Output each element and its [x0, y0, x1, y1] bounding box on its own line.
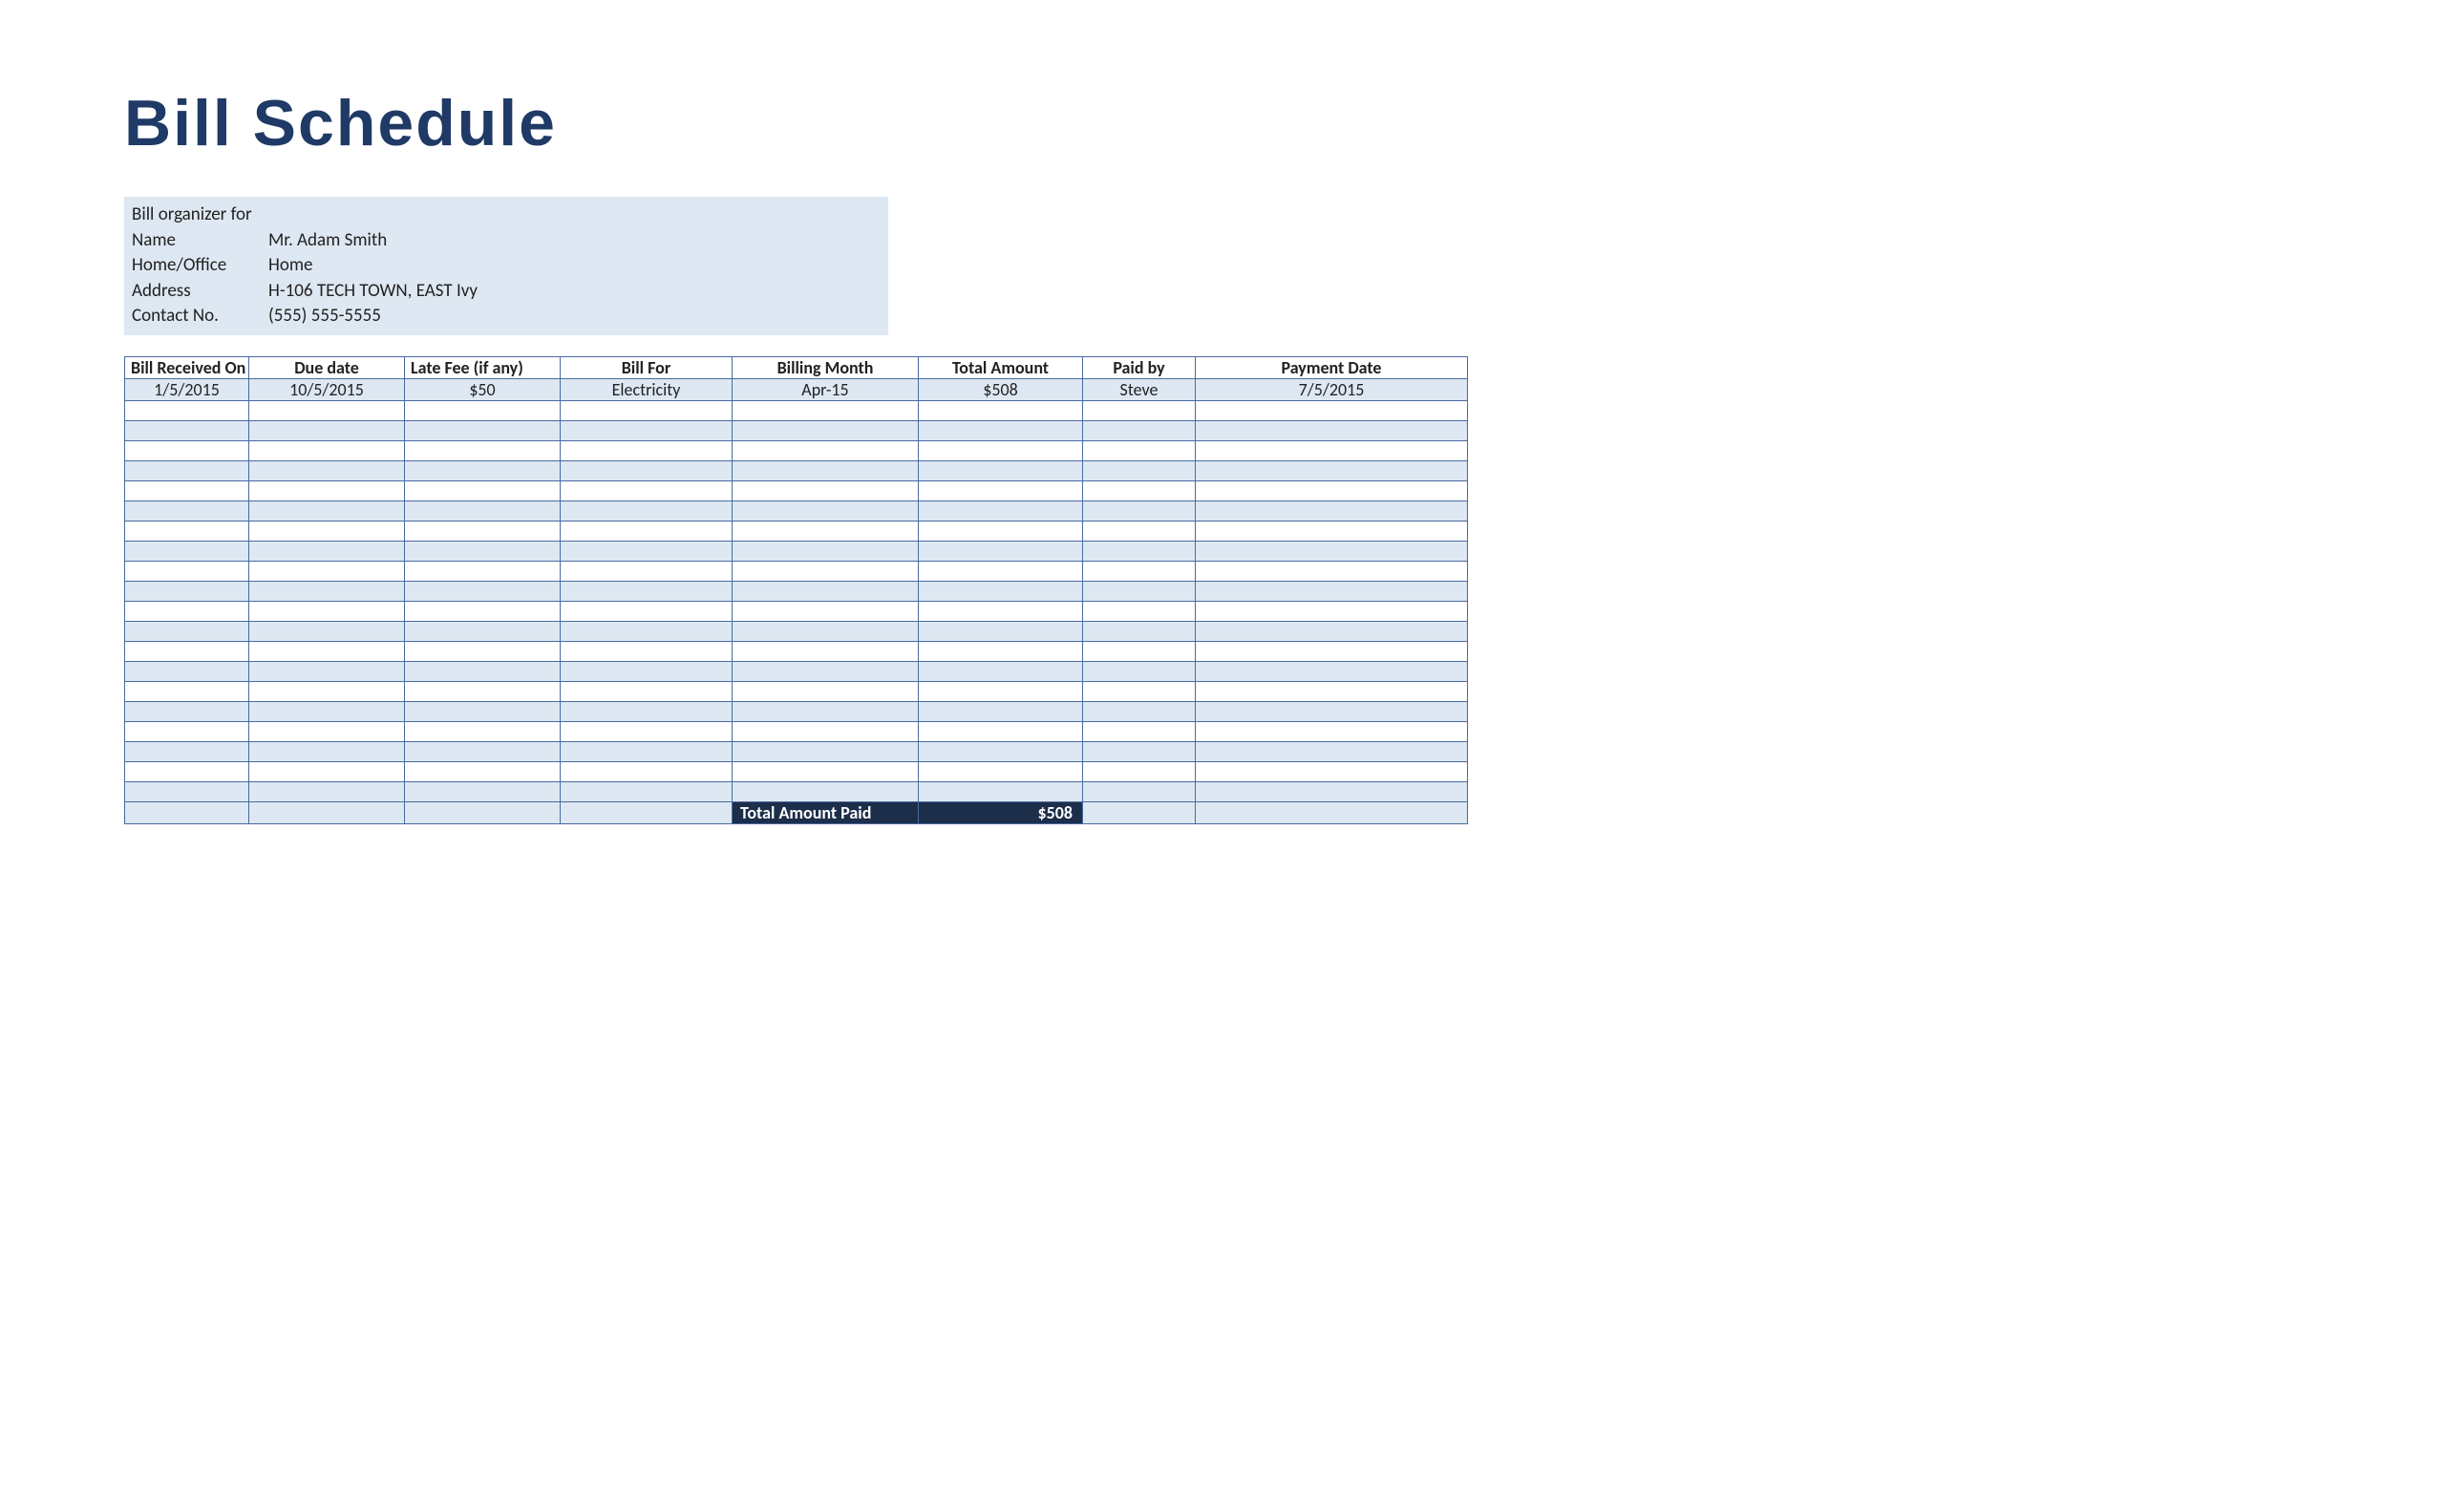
th-month: Billing Month — [733, 356, 919, 378]
th-paydate: Payment Date — [1196, 356, 1468, 378]
info-box: Bill organizer for Name Mr. Adam Smith H… — [124, 197, 888, 335]
table-row — [125, 480, 1468, 500]
cell-due[interactable]: 10/5/2015 — [249, 378, 405, 400]
table-row — [125, 601, 1468, 621]
table-row — [125, 500, 1468, 521]
th-amount: Total Amount — [919, 356, 1083, 378]
th-received: Bill Received On — [125, 356, 249, 378]
info-name-label: Name — [130, 228, 268, 254]
table-row — [125, 561, 1468, 581]
table-header-row: Bill Received On Due date Late Fee (if a… — [125, 356, 1468, 378]
table-body: 1/5/2015 10/5/2015 $50 Electricity Apr-1… — [125, 378, 1468, 823]
table-row — [125, 721, 1468, 741]
cell-amount[interactable]: $508 — [919, 378, 1083, 400]
table-row — [125, 621, 1468, 641]
table-row — [125, 741, 1468, 761]
table-row — [125, 581, 1468, 601]
table-row: 1/5/2015 10/5/2015 $50 Electricity Apr-1… — [125, 378, 1468, 400]
table-row — [125, 681, 1468, 701]
table-row — [125, 541, 1468, 561]
table-row — [125, 661, 1468, 681]
info-home-office-label: Home/Office — [130, 253, 268, 279]
cell-paidby[interactable]: Steve — [1083, 378, 1196, 400]
info-contact-value: (555) 555-5555 — [268, 304, 882, 330]
th-late: Late Fee (if any) — [405, 356, 561, 378]
table-row — [125, 400, 1468, 420]
table-total-row: Total Amount Paid $508 — [125, 801, 1468, 823]
page-title: Bill Schedule — [124, 86, 2321, 160]
table-row — [125, 781, 1468, 801]
table-row — [125, 701, 1468, 721]
info-address-value: H-106 TECH TOWN, EAST Ivy — [268, 279, 882, 305]
th-due: Due date — [249, 356, 405, 378]
info-name-value: Mr. Adam Smith — [268, 228, 882, 254]
total-value: $508 — [919, 801, 1083, 823]
bill-table: Bill Received On Due date Late Fee (if a… — [124, 356, 1468, 824]
info-contact-label: Contact No. — [130, 304, 268, 330]
th-paidby: Paid by — [1083, 356, 1196, 378]
info-organizer-value — [268, 202, 882, 228]
info-address-label: Address — [130, 279, 268, 305]
table-row — [125, 521, 1468, 541]
cell-late[interactable]: $50 — [405, 378, 561, 400]
table-row — [125, 420, 1468, 440]
cell-paydate[interactable]: 7/5/2015 — [1196, 378, 1468, 400]
table-row — [125, 440, 1468, 460]
table-row — [125, 460, 1468, 480]
total-label: Total Amount Paid — [733, 801, 919, 823]
cell-received[interactable]: 1/5/2015 — [125, 378, 249, 400]
cell-month[interactable]: Apr-15 — [733, 378, 919, 400]
table-row — [125, 761, 1468, 781]
info-organizer-label: Bill organizer for — [130, 202, 268, 228]
cell-for[interactable]: Electricity — [561, 378, 733, 400]
table-row — [125, 641, 1468, 661]
info-home-office-value: Home — [268, 253, 882, 279]
th-for: Bill For — [561, 356, 733, 378]
